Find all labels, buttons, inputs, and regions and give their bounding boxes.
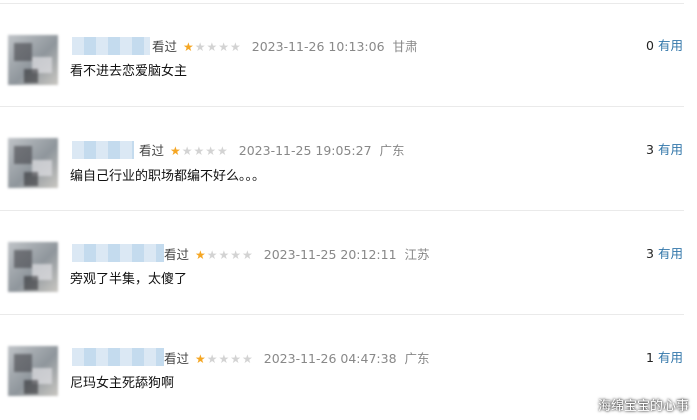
avatar[interactable] <box>8 35 58 85</box>
star-filled-icon: ★ <box>183 39 195 54</box>
review-meta: 看过 ★★★★★ 2023-11-26 10:13:06 甘肃 <box>152 38 418 55</box>
avatar[interactable] <box>8 346 58 396</box>
review-time: 2023-11-25 20:12:11 <box>263 246 397 262</box>
username-redacted <box>72 37 150 55</box>
star-filled-icon: ★ <box>170 143 182 158</box>
star-filled-icon: ★ <box>195 351 207 366</box>
review-content: 编自己行业的职场都编不好么。。。 <box>70 169 266 184</box>
rating-stars: ★★★★★ <box>195 246 254 263</box>
star-filled-icon: ★ <box>195 247 207 262</box>
star-empty-icon: ★★★★ <box>206 247 254 262</box>
star-empty-icon: ★★★★ <box>181 143 229 158</box>
review-item: 看过 ★★★★★ 2023-11-26 04:47:38 广东 1 有用 尼玛女主… <box>0 314 697 414</box>
review-time: 2023-11-26 04:47:38 <box>263 350 397 366</box>
avatar[interactable] <box>8 138 58 188</box>
review-item: 看过 ★★★★★ 2023-11-25 20:12:11 江苏 3 有用 旁观了半… <box>0 210 697 310</box>
rating-stars: ★★★★★ <box>195 350 254 367</box>
review-meta: 看过 ★★★★★ 2023-11-26 04:47:38 广东 <box>164 350 430 367</box>
watched-label: 看过 <box>164 246 190 262</box>
review-content: 看不进去恋爱脑女主 <box>70 64 188 79</box>
review-meta: 看过 ★★★★★ 2023-11-25 19:05:27 广东 <box>139 142 405 159</box>
useful-count: 1 <box>646 350 654 365</box>
review-content: 旁观了半集，太傻了 <box>70 272 188 287</box>
useful-count: 3 <box>646 142 654 157</box>
review-location: 江苏 <box>404 246 430 262</box>
useful-vote[interactable]: 3 有用 <box>646 142 683 158</box>
review-location: 广东 <box>404 350 430 366</box>
useful-button[interactable]: 有用 <box>658 350 683 365</box>
star-empty-icon: ★★★★ <box>194 39 242 54</box>
star-empty-icon: ★★★★ <box>206 351 254 366</box>
review-time: 2023-11-25 19:05:27 <box>238 142 372 158</box>
watched-label: 看过 <box>152 38 178 54</box>
username-redacted <box>72 244 164 262</box>
username-redacted <box>72 348 164 366</box>
review-content: 尼玛女主死舔狗啊 <box>70 376 175 391</box>
useful-vote[interactable]: 1 有用 <box>646 350 683 366</box>
review-time: 2023-11-26 10:13:06 <box>251 38 385 54</box>
useful-count: 3 <box>646 246 654 261</box>
useful-vote[interactable]: 3 有用 <box>646 246 683 262</box>
review-location: 广东 <box>379 142 405 158</box>
useful-count: 0 <box>646 38 654 53</box>
useful-vote[interactable]: 0 有用 <box>646 38 683 54</box>
rating-stars: ★★★★★ <box>170 142 229 159</box>
useful-button[interactable]: 有用 <box>658 38 683 53</box>
username-redacted <box>72 141 134 159</box>
avatar[interactable] <box>8 242 58 292</box>
watched-label: 看过 <box>164 350 190 366</box>
useful-button[interactable]: 有用 <box>658 246 683 261</box>
review-location: 甘肃 <box>392 38 418 54</box>
review-item: 看过 ★★★★★ 2023-11-25 19:05:27 广东 3 有用 编自己行… <box>0 106 697 206</box>
watermark: 海绵宝宝的心事 <box>597 399 689 414</box>
review-meta: 看过 ★★★★★ 2023-11-25 20:12:11 江苏 <box>164 246 430 263</box>
useful-button[interactable]: 有用 <box>658 142 683 157</box>
rating-stars: ★★★★★ <box>183 38 242 55</box>
review-item: 看过 ★★★★★ 2023-11-26 10:13:06 甘肃 0 有用 看不进去… <box>0 3 697 103</box>
watched-label: 看过 <box>139 142 165 158</box>
